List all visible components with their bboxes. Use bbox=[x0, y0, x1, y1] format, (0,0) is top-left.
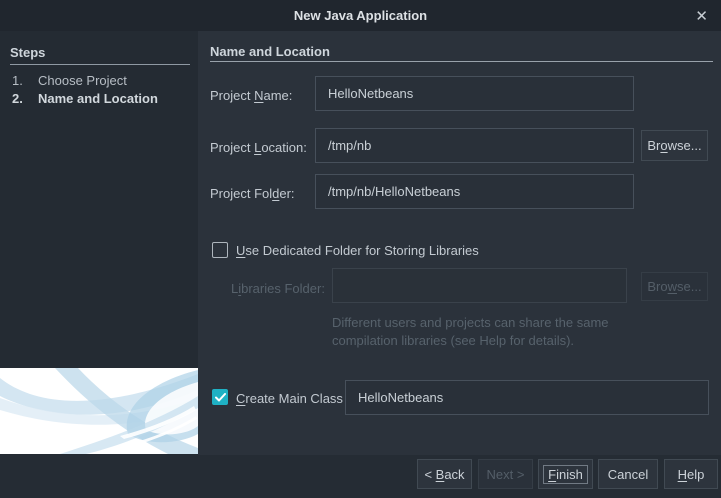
dedicated-folder-checkbox[interactable] bbox=[212, 242, 228, 258]
next-button: Next > bbox=[478, 459, 533, 489]
netbeans-swoosh-image bbox=[0, 368, 198, 454]
panel-heading-rule bbox=[210, 61, 713, 62]
project-name-label: Project Name: bbox=[210, 88, 293, 103]
step-number: 2. bbox=[12, 91, 23, 106]
step-choose-project: 1. Choose Project bbox=[0, 73, 198, 89]
title-bar: New Java Application ✕ bbox=[0, 0, 721, 31]
browse-libraries-button: Browse... bbox=[641, 272, 708, 301]
dedicated-folder-checkbox-label: Use Dedicated Folder for Storing Librari… bbox=[236, 243, 479, 258]
step-number: 1. bbox=[12, 73, 23, 88]
back-button-label: < Back bbox=[424, 466, 465, 482]
libraries-hint-line2: compilation libraries (see Help for deta… bbox=[332, 333, 575, 348]
finish-button-label: Finish bbox=[543, 464, 588, 484]
project-name-input[interactable] bbox=[315, 76, 634, 111]
button-bar: < Back Next > Finish Cancel Help bbox=[0, 455, 721, 498]
create-main-class-checkbox[interactable] bbox=[212, 389, 228, 405]
cancel-button-label: Cancel bbox=[607, 466, 649, 482]
close-icon[interactable]: ✕ bbox=[695, 0, 708, 31]
panel-heading: Name and Location bbox=[210, 44, 330, 59]
new-java-application-dialog: New Java Application ✕ Steps 1. Choose P… bbox=[0, 0, 721, 498]
steps-heading: Steps bbox=[10, 45, 46, 60]
libraries-folder-input bbox=[332, 268, 627, 303]
step-name-and-location: 2. Name and Location bbox=[0, 91, 198, 107]
next-button-label: Next > bbox=[486, 466, 525, 482]
libraries-folder-label: Libraries Folder: bbox=[231, 281, 325, 296]
project-folder-input[interactable] bbox=[315, 174, 634, 209]
steps-sidebar: Steps 1. Choose Project 2. Name and Loca… bbox=[0, 31, 198, 455]
create-main-class-label: Create Main Class bbox=[236, 391, 343, 406]
steps-heading-rule bbox=[10, 64, 190, 65]
main-class-input[interactable] bbox=[345, 380, 709, 415]
project-location-label: Project Location: bbox=[210, 140, 307, 155]
back-button[interactable]: < Back bbox=[417, 459, 472, 489]
step-label: Choose Project bbox=[38, 73, 127, 88]
help-button[interactable]: Help bbox=[664, 459, 718, 489]
wizard-content-panel: Name and Location Project Name: Project … bbox=[198, 31, 721, 455]
browse-location-label: Browse... bbox=[647, 138, 702, 153]
help-button-label: Help bbox=[677, 466, 705, 482]
finish-button[interactable]: Finish bbox=[538, 459, 593, 489]
project-location-input[interactable] bbox=[315, 128, 634, 163]
libraries-hint-line1: Different users and projects can share t… bbox=[332, 315, 609, 330]
cancel-button[interactable]: Cancel bbox=[598, 459, 658, 489]
browse-location-button[interactable]: Browse... bbox=[641, 130, 708, 161]
browse-libraries-label: Browse... bbox=[647, 279, 702, 294]
dialog-title: New Java Application bbox=[293, 8, 428, 23]
step-label: Name and Location bbox=[38, 91, 158, 106]
check-icon bbox=[214, 392, 226, 401]
project-folder-label: Project Folder: bbox=[210, 186, 295, 201]
